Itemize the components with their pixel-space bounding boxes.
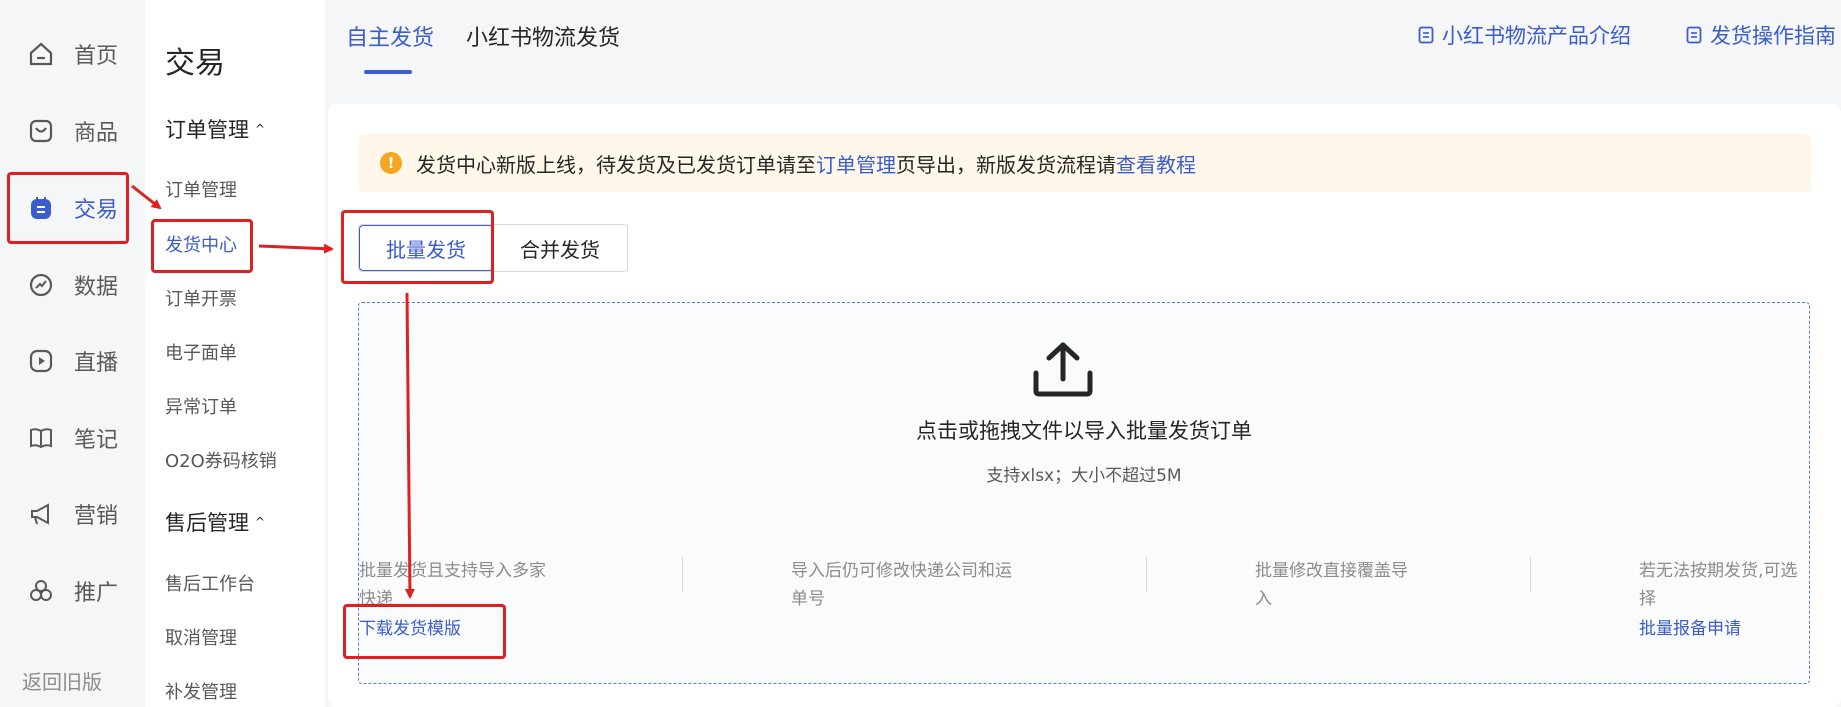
order-management-link[interactable]: 订单管理	[816, 149, 896, 178]
upload-dropzone[interactable]: 点击或拖拽文件以导入批量发货订单 支持xlsx；大小不超过5M 批量发货且支持导…	[358, 302, 1810, 684]
sub-item-waybill[interactable]: 电子面单	[165, 339, 237, 365]
nav-label: 笔记	[74, 428, 119, 453]
feature-text: 择	[1639, 589, 1656, 609]
annotation-box-batch-shipping	[341, 210, 494, 284]
shipping-guide-link[interactable]: 发货操作指南	[1686, 20, 1836, 50]
bag-icon	[29, 119, 53, 143]
feature-text: 批量修改直接覆盖导	[1255, 561, 1408, 581]
nav-item-notes[interactable]: 笔记	[28, 418, 118, 458]
sub-nav: 交易 订单管理 ^ 订单管理 发货中心 订单开票 电子面单 异常订单 O2O券码核…	[145, 0, 325, 707]
annotation-box-shipping-center	[151, 219, 253, 273]
main-card: ! 发货中心新版上线，待发货及已发货订单请至 订单管理 页导出，新版发货流程请 查看教…	[328, 104, 1841, 707]
warning-icon: !	[380, 152, 402, 174]
feature-text: 导入后仍可修改快递公司和运	[791, 561, 1012, 581]
nav-label: 数据	[74, 275, 119, 300]
sub-item-order-management[interactable]: 订单管理	[165, 176, 237, 202]
sub-item-cancel[interactable]: 取消管理	[165, 624, 237, 650]
tab-xhs-logistics[interactable]: 小红书物流发货	[466, 20, 620, 52]
dropzone-subtitle: 支持xlsx；大小不超过5M	[986, 466, 1182, 486]
nav-label: 直播	[74, 351, 119, 376]
notice-text: 发货中心新版上线，待发货及已发货订单请至	[416, 152, 816, 177]
link-label: 发货操作指南	[1710, 24, 1836, 48]
feature-item: 批量修改直接覆盖导 入	[1255, 557, 1455, 613]
play-icon	[29, 349, 53, 373]
nav-label: 首页	[74, 44, 119, 69]
home-icon	[29, 42, 53, 66]
feature-text: 入	[1255, 589, 1272, 609]
left-nav: 首页 商品 交易 数据 直播 笔记 营销 推广 返回旧版	[0, 0, 145, 707]
divider	[1146, 557, 1147, 593]
feature-text: 批量发货且支持导入多家	[359, 561, 546, 581]
nav-item-goods[interactable]: 商品	[28, 111, 118, 151]
divider	[1530, 557, 1531, 593]
sub-group-label: 售后管理	[165, 511, 249, 535]
divider	[682, 557, 683, 593]
document-icon	[1418, 26, 1434, 44]
back-to-old-version[interactable]: 返回旧版	[22, 666, 102, 695]
nav-label: 商品	[74, 121, 119, 146]
nav-item-promote[interactable]: 推广	[28, 571, 118, 611]
nav-item-live[interactable]: 直播	[28, 341, 118, 381]
view-tutorial-link[interactable]: 查看教程	[1116, 149, 1196, 178]
sub-group-aftersale[interactable]: 售后管理 ^	[165, 507, 265, 537]
upload-icon	[1033, 342, 1093, 397]
feature-text: 若无法按期发货,可选	[1639, 561, 1798, 581]
promote-icon	[30, 580, 52, 601]
sub-nav-title: 交易	[165, 46, 225, 81]
sub-group-order[interactable]: 订单管理 ^	[165, 114, 265, 144]
caret-up-icon: ^	[255, 515, 266, 529]
sub-item-o2o[interactable]: O2O券码核销	[165, 447, 277, 473]
feature-item: 若无法按期发货,可选 择 批量报备申请	[1639, 557, 1809, 643]
nav-label: 营销	[74, 504, 119, 529]
book-icon	[30, 428, 52, 449]
link-label: 小红书物流产品介绍	[1442, 24, 1631, 48]
notice-text: 页导出，新版发货流程请	[896, 152, 1116, 177]
nav-item-data[interactable]: 数据	[28, 265, 118, 305]
sub-item-aftersale-workbench[interactable]: 售后工作台	[165, 570, 255, 596]
annotation-box-trade	[7, 172, 129, 244]
sub-item-invoice[interactable]: 订单开票	[165, 285, 237, 311]
merge-shipping-button[interactable]: 合并发货	[493, 225, 627, 271]
sub-group-label: 订单管理	[165, 118, 249, 142]
megaphone-icon	[31, 503, 49, 525]
notice-banner: ! 发货中心新版上线，待发货及已发货订单请至 订单管理 页导出，新版发货流程请 查看教…	[358, 134, 1811, 192]
annotation-box-download-template	[343, 604, 506, 659]
dropzone-title: 点击或拖拽文件以导入批量发货订单	[916, 419, 1252, 443]
active-tab-indicator	[364, 70, 412, 74]
feature-text: 单号	[791, 589, 825, 609]
document-icon	[1686, 26, 1702, 44]
chart-icon	[29, 273, 53, 297]
nav-item-marketing[interactable]: 营销	[28, 494, 118, 534]
logistics-intro-link[interactable]: 小红书物流产品介绍	[1418, 20, 1631, 50]
feature-item: 导入后仍可修改快递公司和运 单号	[791, 557, 1041, 613]
nav-label: 推广	[74, 581, 119, 606]
sub-item-abnormal-orders[interactable]: 异常订单	[165, 393, 237, 419]
sub-item-reship[interactable]: 补发管理	[165, 678, 237, 704]
nav-item-home[interactable]: 首页	[28, 34, 118, 74]
caret-up-icon: ^	[255, 122, 266, 136]
tab-self-shipping[interactable]: 自主发货	[346, 20, 434, 52]
batch-report-link[interactable]: 批量报备申请	[1639, 615, 1809, 643]
